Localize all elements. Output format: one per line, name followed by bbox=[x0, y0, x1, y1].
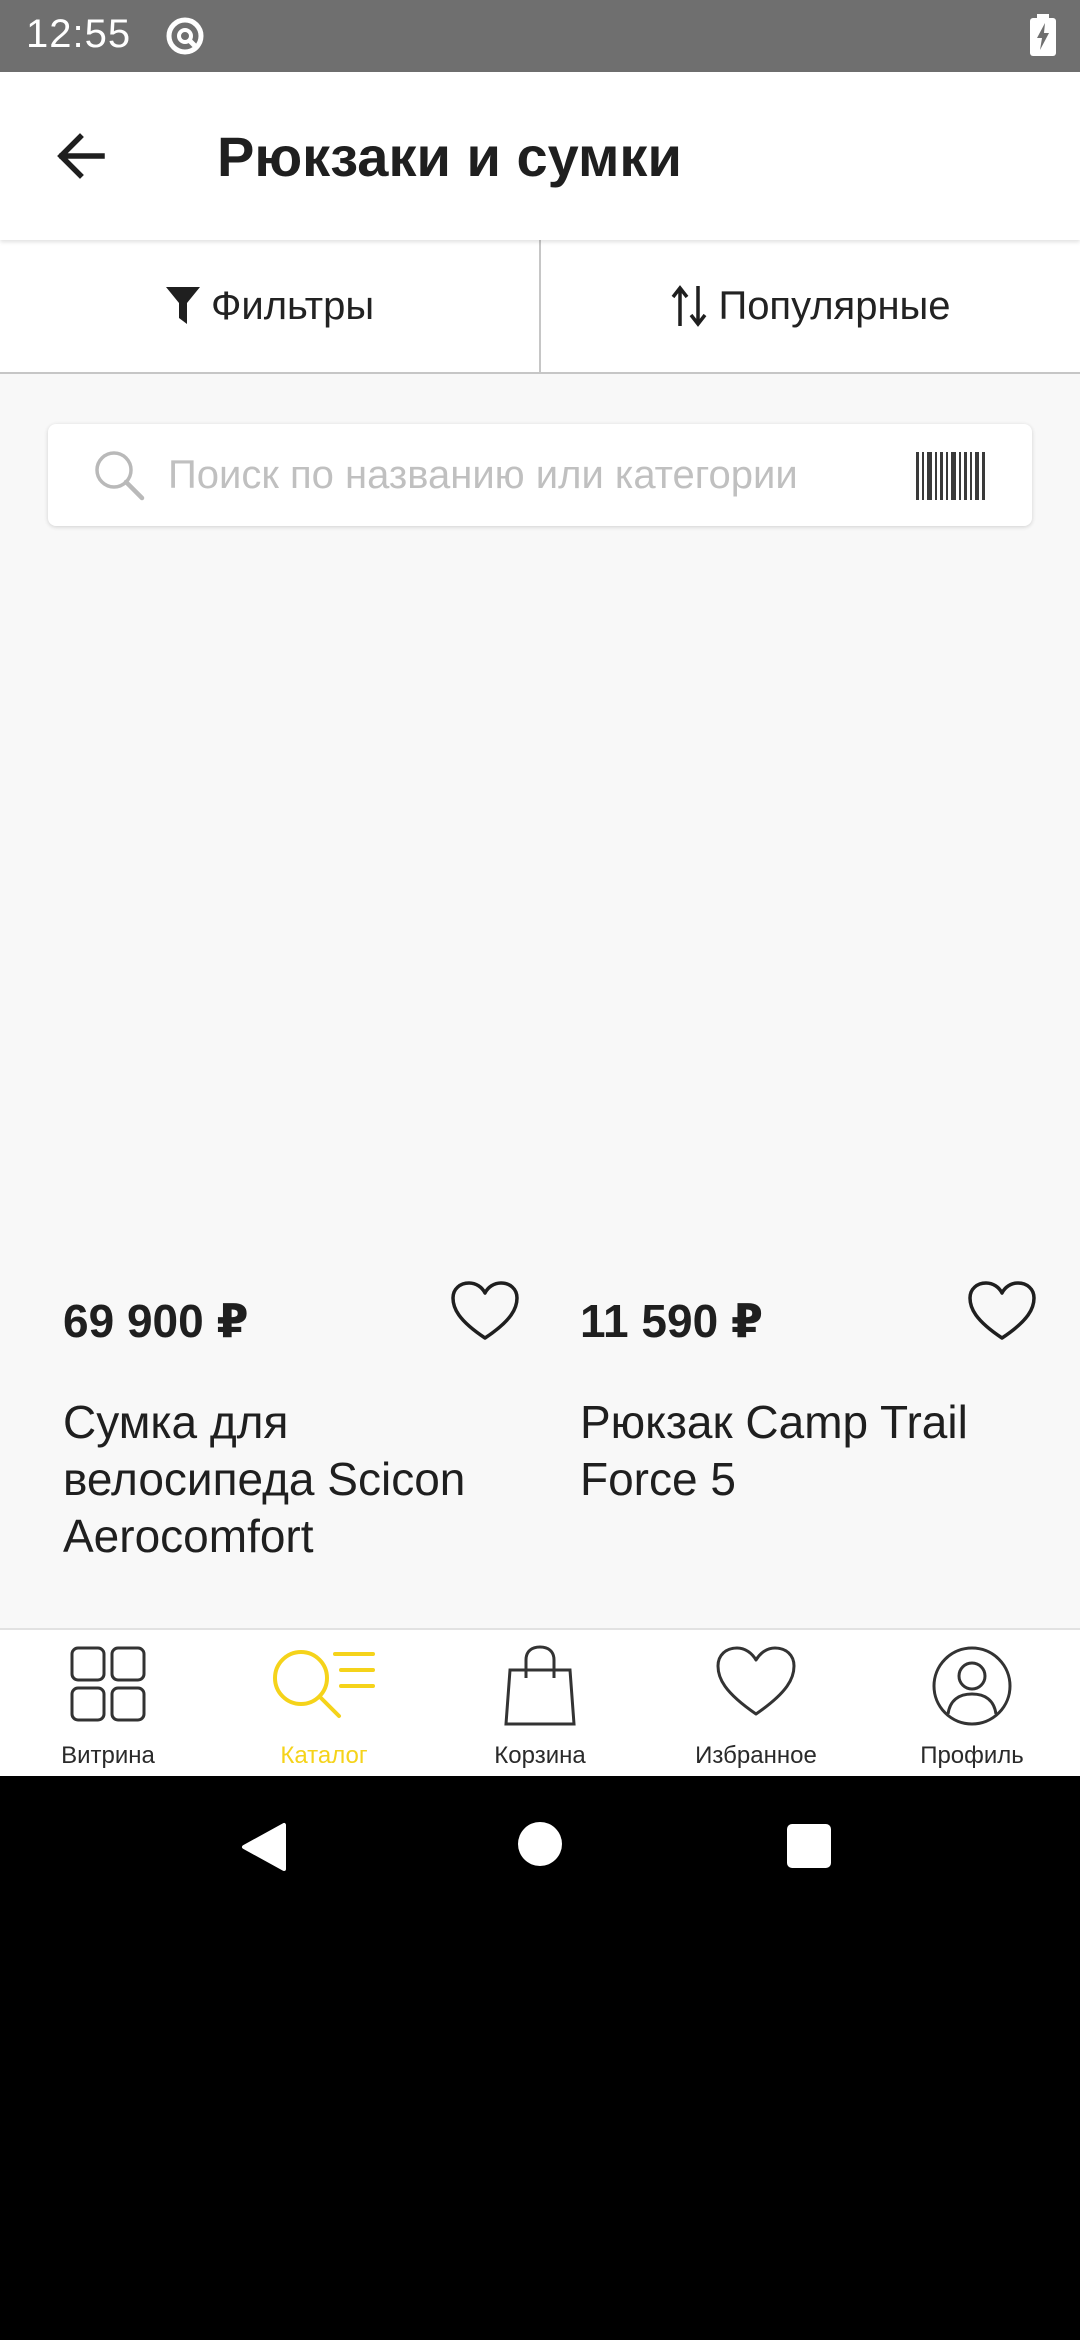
filter-sort-toolbar: Фильтры Популярные bbox=[0, 240, 1080, 374]
status-time: 12:55 bbox=[26, 12, 132, 56]
funnel-icon bbox=[165, 287, 200, 324]
bottom-nav: Витрина Каталог Корзина Избранное Профил… bbox=[0, 1628, 1080, 1778]
status-bar: 12:55 bbox=[0, 0, 1080, 72]
filters-button[interactable]: Фильтры bbox=[0, 240, 539, 372]
app-bar: Рюкзаки и сумки bbox=[0, 72, 1080, 240]
page-title: Рюкзаки и сумки bbox=[217, 125, 682, 188]
nav-item-showcase[interactable]: Витрина bbox=[0, 1630, 216, 1778]
barcode-icon[interactable] bbox=[916, 452, 986, 500]
nav-item-favorites[interactable]: Избранное bbox=[648, 1630, 864, 1778]
nav-item-cart[interactable]: Корзина bbox=[432, 1630, 648, 1778]
product-price: 69 900 ₽ bbox=[63, 1295, 249, 1347]
product-name-text: Рюкзак Camp Trail Force 5 bbox=[580, 1396, 968, 1505]
sort-arrows-icon bbox=[672, 285, 707, 327]
product-name: Сумка для велосипеда Scicon Aerocomfort bbox=[63, 1394, 523, 1565]
product-name: Рюкзак Camp Trail Force 5 bbox=[580, 1394, 1040, 1508]
nav-label: Корзина bbox=[494, 1742, 586, 1769]
catalog-search-icon bbox=[273, 1650, 375, 1718]
catalog-content: 69 900 ₽ Сумка для велосипеда Scicon Aer… bbox=[0, 374, 1080, 1628]
grid-icon bbox=[70, 1646, 146, 1722]
system-recents-icon[interactable] bbox=[787, 1824, 831, 1868]
system-home-icon[interactable] bbox=[518, 1822, 562, 1866]
arrow-left-icon[interactable] bbox=[44, 116, 124, 196]
nav-item-profile[interactable]: Профиль bbox=[864, 1630, 1080, 1778]
shopping-bag-icon bbox=[504, 1645, 576, 1726]
product-name-text: Сумка для велосипеда Scicon Aerocomfort bbox=[63, 1396, 466, 1562]
nav-label: Каталог bbox=[280, 1742, 368, 1769]
sort-label: Популярные bbox=[718, 283, 951, 328]
heart-icon bbox=[716, 1646, 796, 1716]
nav-label: Избранное bbox=[695, 1742, 817, 1769]
nav-item-catalog[interactable]: Каталог bbox=[216, 1630, 432, 1778]
sync-icon bbox=[166, 17, 204, 55]
nav-label: Витрина bbox=[61, 1742, 155, 1769]
nav-label: Профиль bbox=[920, 1742, 1024, 1769]
profile-icon bbox=[932, 1646, 1012, 1726]
search-input[interactable] bbox=[168, 424, 908, 526]
product-price: 11 590 ₽ bbox=[580, 1295, 763, 1347]
battery-charging-icon bbox=[1030, 14, 1056, 56]
search-box[interactable] bbox=[48, 424, 1032, 526]
system-back-icon[interactable] bbox=[240, 1822, 288, 1872]
system-nav-bar bbox=[0, 1776, 1080, 1920]
heart-icon[interactable] bbox=[967, 1280, 1037, 1344]
sort-button[interactable]: Популярные bbox=[539, 240, 1080, 372]
heart-icon[interactable] bbox=[450, 1280, 520, 1344]
search-icon bbox=[95, 451, 145, 501]
filters-label: Фильтры bbox=[210, 283, 375, 328]
